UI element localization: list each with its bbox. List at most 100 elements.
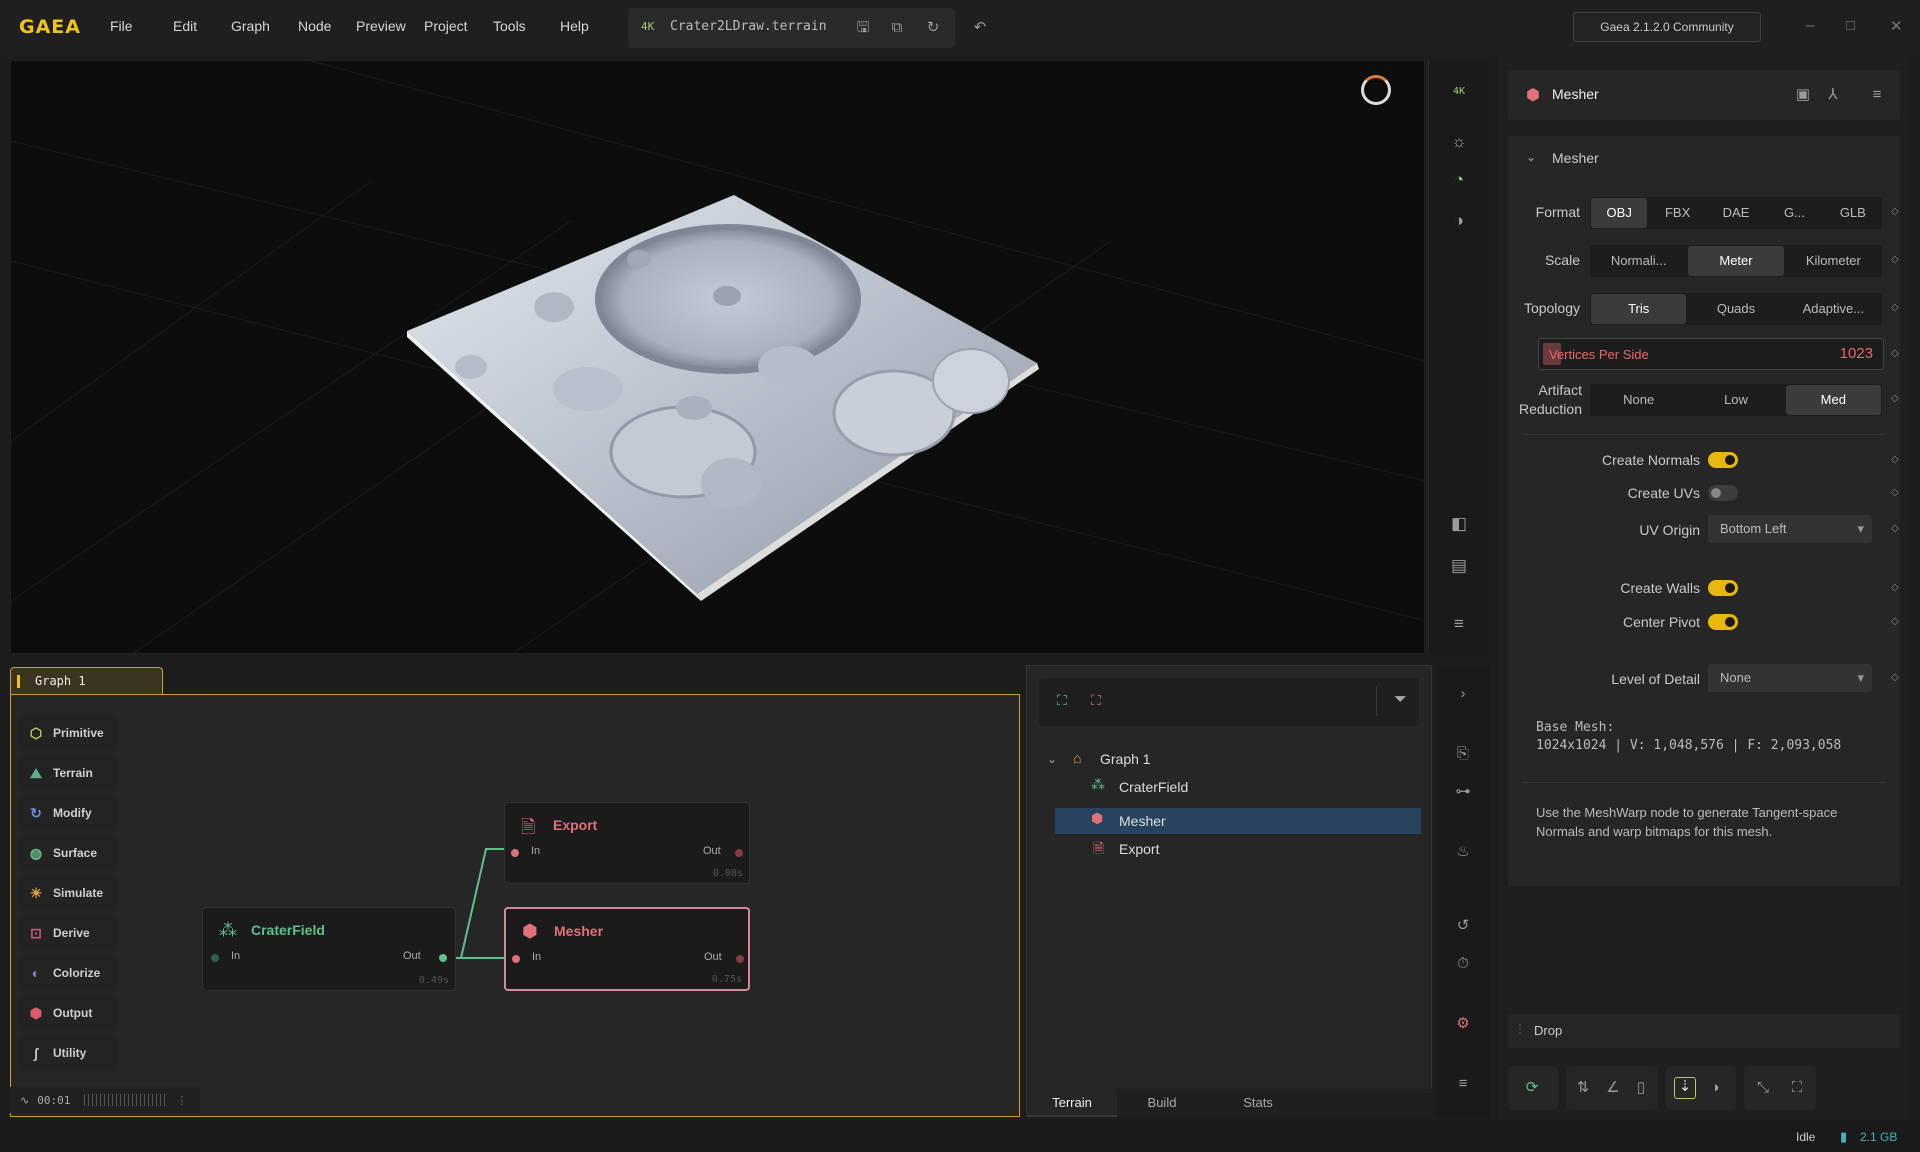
format-option[interactable]: DAE [1708, 198, 1764, 228]
preview-node-icon[interactable]: ▣ [1794, 86, 1812, 104]
create-walls-toggle[interactable] [1708, 580, 1738, 596]
keyframe-icon[interactable]: ◇ [1891, 454, 1899, 465]
level-of-detail-dropdown[interactable]: None [1708, 664, 1872, 692]
menu-node[interactable]: Node [298, 18, 331, 34]
uv-origin-dropdown[interactable]: Bottom Left [1708, 515, 1872, 543]
format-option[interactable]: GLB [1825, 198, 1881, 228]
hamburger-icon[interactable]: ≡ [1868, 86, 1886, 104]
tree-item-export[interactable]: Export [1119, 836, 1159, 862]
node-tree-icon[interactable]: ⊶ [1454, 783, 1472, 801]
chevron-right-icon[interactable]: › [1454, 685, 1472, 703]
topology-option[interactable]: Tris [1591, 294, 1687, 324]
node-name[interactable]: Mesher [1552, 86, 1599, 102]
center-pivot-toggle[interactable] [1708, 614, 1738, 630]
keyframe-icon[interactable]: ◇ [1891, 254, 1899, 265]
input-port[interactable] [511, 849, 519, 857]
save-icon[interactable]: 🖫 [854, 19, 872, 37]
ruler-icon[interactable]: ▤ [1447, 554, 1471, 578]
history-icon[interactable]: ↻ [924, 19, 942, 37]
graph-canvas[interactable]: ⬡ Primitive ⛰ Terrain ↻ Modify ◍ Surface ☀ Si… [10, 694, 1020, 1117]
flame-icon[interactable]: ♨ [1454, 843, 1472, 861]
menu-preview[interactable]: Preview [356, 18, 406, 34]
maximize-icon[interactable]: □ [1846, 17, 1855, 34]
node-export[interactable]: 🗎 Export In Out 0.08s [504, 802, 750, 884]
menu-edit[interactable]: Edit [173, 18, 197, 34]
contrast-icon[interactable]: ◑ [1706, 1079, 1724, 1097]
more-icon[interactable]: ⋮ [176, 1094, 187, 1107]
keyframe-icon[interactable]: ◇ [1891, 672, 1899, 683]
collapse-icon[interactable]: ⌄ [1526, 150, 1536, 164]
scale-option[interactable]: Meter [1688, 246, 1784, 276]
keyframe-icon[interactable]: ◇ [1891, 393, 1899, 404]
menu-graph[interactable]: Graph [231, 18, 270, 34]
fullscreen-icon[interactable]: ⛶ [1788, 1079, 1806, 1097]
select-all-icon[interactable]: ⛶ [1057, 692, 1067, 709]
chevron-down-icon[interactable]: ⌄ [1047, 752, 1057, 766]
resolution-badge[interactable]: 4K [1447, 80, 1471, 104]
scale-option[interactable]: Normali... [1591, 246, 1686, 276]
duplicate-icon[interactable]: ⧉ [888, 19, 906, 37]
tab-stats[interactable]: Stats [1213, 1089, 1303, 1117]
viewport-menu-icon[interactable]: ≡ [1447, 612, 1471, 636]
tab-graph-1[interactable]: Graph 1 [10, 667, 163, 695]
angle-icon[interactable]: ∠ [1604, 1079, 1622, 1097]
menu-file[interactable]: File [110, 18, 133, 34]
file-name[interactable]: Crater2LDraw.terrain [670, 19, 827, 34]
output-port[interactable] [439, 954, 447, 962]
output-port[interactable] [736, 955, 744, 963]
format-option[interactable]: OBJ [1591, 198, 1648, 228]
filter-icon[interactable]: ⏷ [1394, 691, 1407, 709]
keyframe-icon[interactable]: ◇ [1891, 523, 1899, 534]
keyframe-icon[interactable]: ◇ [1891, 616, 1899, 627]
drop-zone[interactable]: ⋮ Drop [1508, 1014, 1900, 1048]
undo-icon[interactable]: ↶ [971, 19, 989, 37]
tree-item-craterfield[interactable]: CraterField [1119, 774, 1188, 800]
keyframe-icon[interactable]: ◇ [1891, 348, 1899, 359]
format-option[interactable]: FBX [1649, 198, 1705, 228]
download-icon[interactable]: ⇣ [1674, 1077, 1696, 1099]
tab-build[interactable]: Build [1117, 1089, 1207, 1117]
split-view-icon[interactable]: ◧ [1447, 512, 1471, 536]
version-button[interactable]: Gaea 2.1.2.0 Community [1573, 12, 1761, 42]
shading-icon[interactable]: ◑ [1447, 209, 1471, 233]
format-option[interactable]: G... [1766, 198, 1822, 228]
build-icon[interactable]: ⟳ [1523, 1079, 1541, 1097]
3d-viewport[interactable] [10, 60, 1425, 654]
timer-icon[interactable]: ⏱ [1454, 955, 1472, 973]
menu-project[interactable]: Project [424, 18, 468, 34]
scale-option[interactable]: Kilometer [1786, 246, 1881, 276]
render-icon[interactable]: ◔ [1447, 168, 1471, 192]
create-uvs-toggle[interactable] [1708, 485, 1738, 501]
keyframe-icon[interactable]: ◇ [1891, 206, 1899, 217]
input-port[interactable] [211, 954, 219, 962]
tree-root[interactable]: Graph 1 [1100, 746, 1151, 772]
create-normals-toggle[interactable] [1708, 452, 1738, 468]
columns-icon[interactable]: ▯ [1632, 1079, 1650, 1097]
menu-icon[interactable]: ≡ [1454, 1075, 1472, 1093]
bookmark-icon[interactable]: ⎘ [1454, 745, 1472, 763]
keyframe-icon[interactable]: ◇ [1891, 582, 1899, 593]
artifact-option[interactable]: Med [1785, 385, 1881, 415]
tab-terrain[interactable]: Terrain [1027, 1089, 1117, 1117]
shrink-icon[interactable]: ⤡ [1754, 1079, 1772, 1097]
light-icon[interactable]: ☼ [1447, 130, 1471, 154]
menu-help[interactable]: Help [560, 18, 589, 34]
minimize-icon[interactable]: – [1806, 17, 1814, 34]
refresh-icon[interactable]: ↺ [1454, 917, 1472, 935]
port-icon[interactable]: ⅄ [1824, 86, 1842, 104]
tree-item-mesher[interactable]: Mesher [1119, 808, 1166, 834]
section-title[interactable]: Mesher [1552, 150, 1599, 166]
field-value[interactable]: 1023 [1840, 345, 1873, 362]
deselect-icon[interactable]: ⛶ [1091, 692, 1101, 709]
artifact-option[interactable]: Low [1688, 385, 1783, 415]
output-port[interactable] [735, 849, 743, 857]
flip-icon[interactable]: ⇅ [1574, 1079, 1592, 1097]
plugin-icon[interactable]: ⚙ [1454, 1015, 1472, 1033]
close-icon[interactable]: ✕ [1890, 17, 1903, 35]
topology-option[interactable]: Adaptive... [1786, 294, 1881, 324]
keyframe-icon[interactable]: ◇ [1891, 487, 1899, 498]
menu-tools[interactable]: Tools [493, 18, 526, 34]
artifact-option[interactable]: None [1591, 385, 1686, 415]
node-mesher[interactable]: ⬢ Mesher In Out 0.75s [504, 907, 750, 991]
input-port[interactable] [512, 955, 520, 963]
